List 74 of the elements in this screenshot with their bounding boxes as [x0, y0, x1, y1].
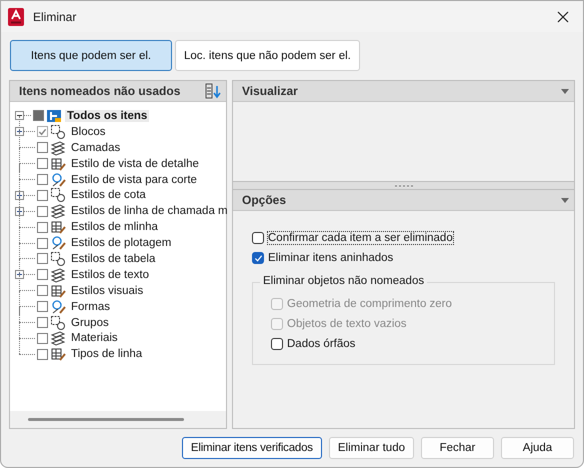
tab[interactable]: Itens que podem ser el.	[10, 40, 172, 71]
drawing-icon	[46, 108, 62, 124]
checkbox[interactable]	[37, 253, 48, 264]
checkbox[interactable]	[37, 269, 48, 280]
close-icon[interactable]	[557, 10, 569, 22]
checkbox[interactable]	[37, 301, 48, 312]
tree-item[interactable]: Todos os itens	[65, 110, 150, 122]
sort-icon[interactable]	[205, 83, 221, 99]
tree-item[interactable]: Estilos de plotagem	[69, 237, 174, 250]
tree-item[interactable]: Estilos de mlinha	[69, 221, 160, 234]
app-logo-icon	[8, 8, 24, 26]
tree-item[interactable]: Grupos	[69, 316, 111, 329]
checkbox[interactable]	[37, 332, 48, 344]
dropdown-arrow-icon[interactable]	[561, 88, 569, 94]
item-icon	[50, 187, 66, 204]
tree-item[interactable]: Estilos de tabela	[69, 252, 158, 265]
splitter-handle-icon[interactable]	[394, 184, 412, 186]
scrollbar-thumb[interactable]	[28, 418, 184, 421]
tree-item[interactable]: Tipos de linha	[69, 348, 144, 360]
checkbox[interactable]	[33, 110, 44, 122]
item-icon	[50, 314, 66, 331]
item-icon	[50, 346, 66, 362]
item-icon	[50, 330, 66, 346]
expand-icon[interactable]	[15, 190, 24, 200]
checkbox[interactable]	[37, 174, 48, 185]
group-title: Eliminar objetos não nomeados	[260, 275, 428, 287]
checkbox[interactable]	[37, 222, 48, 233]
checkbox[interactable]	[37, 317, 48, 328]
checkbox[interactable]	[37, 190, 48, 201]
checkbox[interactable]	[37, 238, 48, 249]
tree-item[interactable]: Estilos de cota	[69, 189, 148, 202]
item-icon	[50, 235, 66, 252]
tab[interactable]: Loc. itens que não podem ser el.	[175, 40, 360, 71]
checkbox[interactable]	[252, 252, 264, 264]
checkbox[interactable]	[37, 206, 48, 217]
item-icon	[50, 298, 66, 315]
item-icon	[50, 172, 66, 188]
tree-item[interactable]: Estilos de texto	[69, 268, 151, 281]
item-icon	[50, 219, 66, 236]
checkbox[interactable]	[37, 348, 48, 360]
item-icon	[50, 282, 66, 299]
expand-icon[interactable]	[15, 270, 24, 280]
checkbox[interactable]	[252, 232, 264, 244]
dropdown-arrow-icon[interactable]	[561, 198, 569, 202]
dialog-button[interactable]: Ajuda	[501, 437, 574, 459]
item-icon	[50, 250, 66, 267]
expand-icon[interactable]	[15, 206, 24, 216]
tree-item[interactable]: Camadas	[69, 142, 122, 154]
window-title: Eliminar	[33, 10, 78, 24]
panel-title: Visualizar	[242, 84, 298, 98]
dialog-button[interactable]: Eliminar itens verificados	[182, 437, 322, 459]
checkbox-label[interactable]: Dados órfãos	[287, 338, 356, 350]
checkbox-label[interactable]: Confirmar cada item a ser eliminado	[268, 232, 453, 244]
tree-item[interactable]: Estilos de linha de chamada m	[69, 205, 230, 218]
checkbox[interactable]	[271, 338, 283, 350]
collapse-icon[interactable]	[15, 111, 24, 120]
tree-item[interactable]: Estilo de vista para corte	[69, 174, 199, 186]
tree-item[interactable]: Estilo de vista de detalhe	[69, 158, 201, 170]
dialog-button[interactable]: Eliminar tudo	[328, 437, 414, 459]
item-icon	[50, 124, 66, 140]
checkbox[interactable]	[37, 285, 48, 296]
dialog-button[interactable]: Fechar	[421, 437, 494, 459]
item-icon	[50, 140, 66, 156]
checkbox[interactable]	[37, 158, 48, 170]
tree-item[interactable]: Formas	[69, 300, 112, 313]
checkbox[interactable]	[37, 142, 48, 154]
tree-item[interactable]: Materiais	[69, 332, 120, 344]
item-icon	[50, 203, 66, 220]
tree-item[interactable]: Estilos visuais	[69, 284, 146, 297]
panel-title: Opções	[242, 193, 286, 207]
checkbox-label[interactable]: Eliminar itens aninhados	[268, 252, 394, 264]
item-icon	[50, 156, 66, 172]
item-icon	[50, 266, 66, 283]
panel-title: Itens nomeados não usados	[19, 84, 180, 98]
